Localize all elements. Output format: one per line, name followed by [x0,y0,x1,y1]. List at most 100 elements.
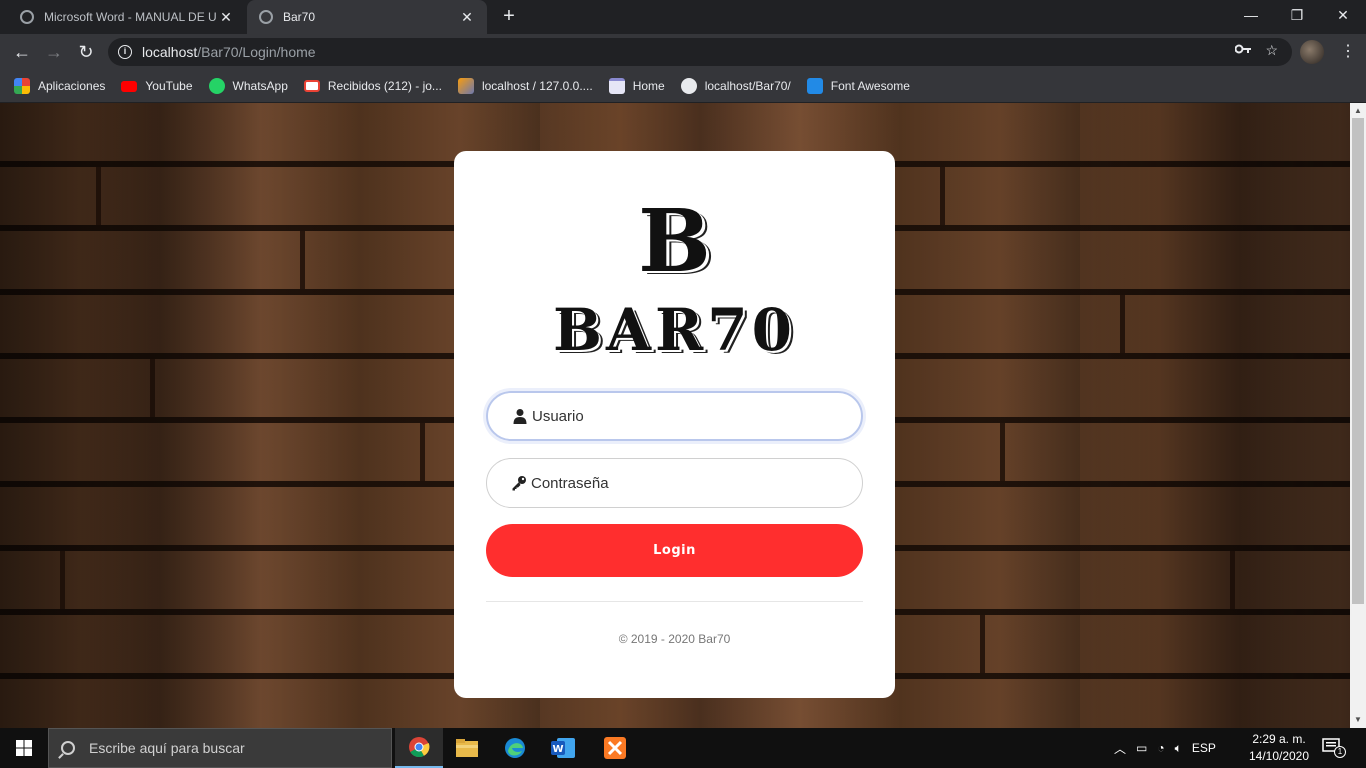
word-icon: W [551,738,575,758]
address-bar[interactable]: i localhost/Bar70/Login/home ☆ [108,38,1292,66]
chrome-taskbar-icon[interactable] [395,728,443,768]
reload-icon[interactable]: ↻ [74,40,98,64]
gmail-icon [303,80,320,92]
url-host: localhost [142,44,198,60]
plank-seam [300,231,305,289]
search-placeholder: Escribe aquí para buscar [89,740,245,756]
bookmark-localhost-bar70[interactable]: localhost/Bar70/ [680,78,791,94]
bookmark-home[interactable]: Home [608,78,665,94]
divider [486,601,863,602]
plank-seam [1230,551,1235,609]
scroll-thumb[interactable] [1352,118,1364,604]
bookmark-gmail[interactable]: Recibidos (212) - jo... [303,79,442,93]
scroll-up-arrow[interactable]: ▲ [1350,104,1366,118]
globe-icon [259,10,273,24]
star-icon[interactable]: ☆ [1265,42,1278,59]
xampp-icon [604,737,626,759]
notification-count: 1 [1334,746,1346,758]
close-tab-icon[interactable]: ✕ [459,9,475,26]
xampp-taskbar-icon[interactable] [591,728,639,768]
phpmyadmin-icon [457,78,474,94]
volume-icon[interactable]: 🔈︎ [1175,741,1182,756]
plank-seam [96,167,101,225]
copyright-text: © 2019 - 2020 Bar70 [618,632,731,646]
windows-taskbar: Escribe aquí para buscar W ︿ ▭ ◔ 🔈︎ ESP … [0,728,1366,768]
bookmark-aplicaciones[interactable]: Aplicaciones [14,78,105,94]
file-explorer-taskbar-icon[interactable] [443,728,491,768]
clock-time: 2:29 a. m. [1252,732,1306,746]
word-taskbar-icon[interactable]: W [539,728,587,768]
tab-title: Microsoft Word - MANUAL DE U [44,10,217,24]
whatsapp-icon [208,78,225,94]
logo-name: BAR70 [553,296,796,364]
close-window-button[interactable]: ✕ [1320,0,1366,30]
folder-icon [456,739,478,757]
close-tab-icon[interactable]: ✕ [218,9,234,26]
bookmark-label: WhatsApp [232,79,288,93]
tab-strip: Microsoft Word - MANUAL DE U ✕ Bar70 ✕ +… [0,0,1366,34]
page-icon [608,78,625,94]
bookmark-label: YouTube [145,79,193,93]
login-card: B BAR70 Login © 2019 - 2020 Bar70 [454,151,895,698]
profile-avatar[interactable] [1300,40,1324,64]
tab-title: Bar70 [283,10,316,24]
edge-taskbar-icon[interactable] [491,728,539,768]
bookmark-label: Aplicaciones [38,79,106,93]
plank-seam [940,167,945,225]
key-icon[interactable] [1234,42,1252,59]
taskbar-search[interactable]: Escribe aquí para buscar [48,728,392,768]
edge-icon [505,738,525,758]
notification-icon[interactable]: 1 [1322,738,1346,758]
bookmark-font-awesome[interactable]: Font Awesome [806,78,910,94]
password-input[interactable] [531,474,862,492]
user-icon [513,409,527,424]
language-indicator[interactable]: ESP [1192,741,1216,755]
key-icon [512,476,526,491]
globe-icon [680,78,697,94]
taskbar-clock[interactable]: 2:29 a. m. 14/10/2020 [1244,731,1314,765]
new-tab-button[interactable]: + [497,4,521,28]
search-icon [61,741,75,755]
wifi-icon[interactable]: ◔ [1157,741,1164,755]
bookmark-youtube[interactable]: YouTube [121,79,193,93]
apps-grid-icon [14,78,30,94]
windows-start-button[interactable] [0,728,48,768]
username-input[interactable] [532,407,861,425]
minimize-button[interactable]: — [1228,0,1274,30]
tab-bar70[interactable]: Bar70 ✕ [247,0,487,34]
info-icon[interactable]: i [118,45,132,59]
tab-word-manual[interactable]: Microsoft Word - MANUAL DE U ✕ [8,0,246,34]
forward-arrow-icon[interactable]: → [42,40,66,64]
maximize-button[interactable]: ❐ [1274,0,1320,30]
system-tray: ︿ ▭ ◔ 🔈︎ ESP [1114,728,1216,768]
globe-icon [20,10,34,24]
logo-letter: B [638,191,711,292]
chevron-up-icon[interactable]: ︿ [1114,740,1126,757]
clock-date: 14/10/2020 [1248,749,1310,763]
chrome-icon [409,737,430,758]
windows-logo-icon [16,740,32,756]
plank-seam [980,615,985,673]
login-button[interactable]: Login [486,524,863,577]
plank-seam [420,423,425,481]
plank-seam [150,359,155,417]
back-arrow-icon[interactable]: ← [10,40,34,64]
bookmark-label: localhost / 127.0.0.... [481,79,593,93]
plank-seam [60,551,65,609]
menu-dots-icon[interactable]: ⋮ [1338,40,1358,64]
flag-icon [806,78,823,94]
url-path: /Bar70/Login/home [197,44,316,60]
bookmark-label: localhost/Bar70/ [704,79,791,93]
bookmark-label: Font Awesome [830,79,910,93]
svg-text:W: W [552,744,563,755]
password-field[interactable] [486,458,863,508]
bookmark-phpmyadmin[interactable]: localhost / 127.0.0.... [457,78,593,94]
battery-icon[interactable]: ▭ [1136,741,1147,755]
bookmark-label: Home [632,79,665,93]
scroll-down-arrow[interactable]: ▼ [1350,713,1366,727]
plank-seam [1120,295,1125,353]
youtube-icon [121,80,138,92]
plank-seam [1000,423,1005,481]
bookmark-whatsapp[interactable]: WhatsApp [208,78,288,94]
username-field[interactable] [486,391,863,441]
